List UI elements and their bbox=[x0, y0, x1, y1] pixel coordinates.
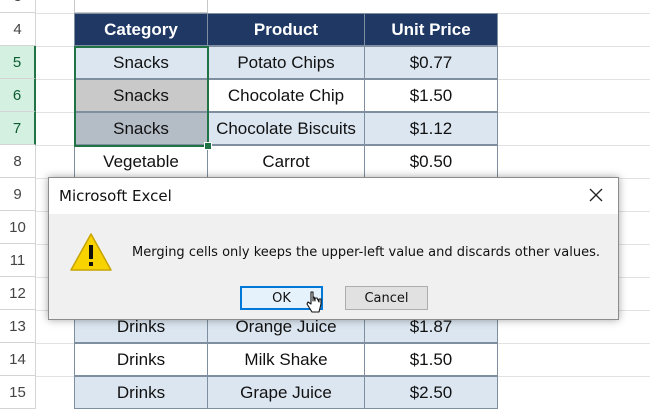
table-cell[interactable]: Carrot bbox=[207, 145, 365, 178]
mouse-pointer-icon bbox=[305, 290, 323, 319]
row-header[interactable]: 9 bbox=[0, 178, 36, 211]
table-cell[interactable]: Potato Chips bbox=[207, 46, 365, 79]
header-category[interactable]: Category bbox=[74, 13, 208, 46]
row-header[interactable]: 11 bbox=[0, 244, 36, 277]
row-header[interactable]: 5 bbox=[0, 46, 36, 79]
table-cell[interactable]: Grape Juice bbox=[207, 376, 365, 409]
header-unit-price[interactable]: Unit Price bbox=[364, 13, 498, 46]
fill-handle[interactable] bbox=[204, 142, 212, 150]
table-cell[interactable]: Chocolate Biscuits bbox=[207, 112, 365, 145]
header-product[interactable]: Product bbox=[207, 13, 365, 46]
row-header[interactable]: 3 bbox=[0, 0, 36, 13]
row-header[interactable]: 15 bbox=[0, 376, 36, 409]
row-header[interactable]: 12 bbox=[0, 277, 36, 310]
cancel-button[interactable]: Cancel bbox=[345, 286, 428, 310]
table-cell[interactable]: Snacks bbox=[74, 112, 208, 145]
row-header[interactable]: 13 bbox=[0, 310, 36, 343]
table-cell[interactable]: Drinks bbox=[74, 343, 208, 376]
row-header[interactable]: 8 bbox=[0, 145, 36, 178]
table-cell[interactable]: $1.50 bbox=[364, 343, 498, 376]
row-header[interactable]: 7 bbox=[0, 112, 36, 145]
table-cell[interactable]: $1.12 bbox=[364, 112, 498, 145]
table-cell[interactable]: Drinks bbox=[74, 376, 208, 409]
close-icon[interactable] bbox=[582, 182, 610, 208]
table-cell[interactable]: Snacks bbox=[74, 46, 208, 79]
table-cell[interactable]: Chocolate Chip bbox=[207, 79, 365, 112]
table-cell[interactable]: Milk Shake bbox=[207, 343, 365, 376]
dialog-message: Merging cells only keeps the upper-left … bbox=[132, 245, 600, 260]
warning-icon bbox=[69, 232, 113, 277]
dialog-title: Microsoft Excel bbox=[59, 187, 172, 205]
row-header[interactable]: 10 bbox=[0, 211, 36, 244]
table-cell[interactable]: $0.77 bbox=[364, 46, 498, 79]
row-header[interactable]: 4 bbox=[0, 13, 36, 46]
table-cell[interactable]: $1.50 bbox=[364, 79, 498, 112]
row-header[interactable]: 14 bbox=[0, 343, 36, 376]
table-cell[interactable]: $0.50 bbox=[364, 145, 498, 178]
table-cell[interactable]: $2.50 bbox=[364, 376, 498, 409]
table-cell[interactable]: Snacks bbox=[74, 79, 208, 112]
table-cell[interactable]: Vegetable bbox=[74, 145, 208, 178]
alert-dialog: Microsoft Excel Merging cells only keeps… bbox=[48, 177, 619, 320]
row-header[interactable]: 6 bbox=[0, 79, 36, 112]
dialog-body: Merging cells only keeps the upper-left … bbox=[49, 214, 618, 319]
